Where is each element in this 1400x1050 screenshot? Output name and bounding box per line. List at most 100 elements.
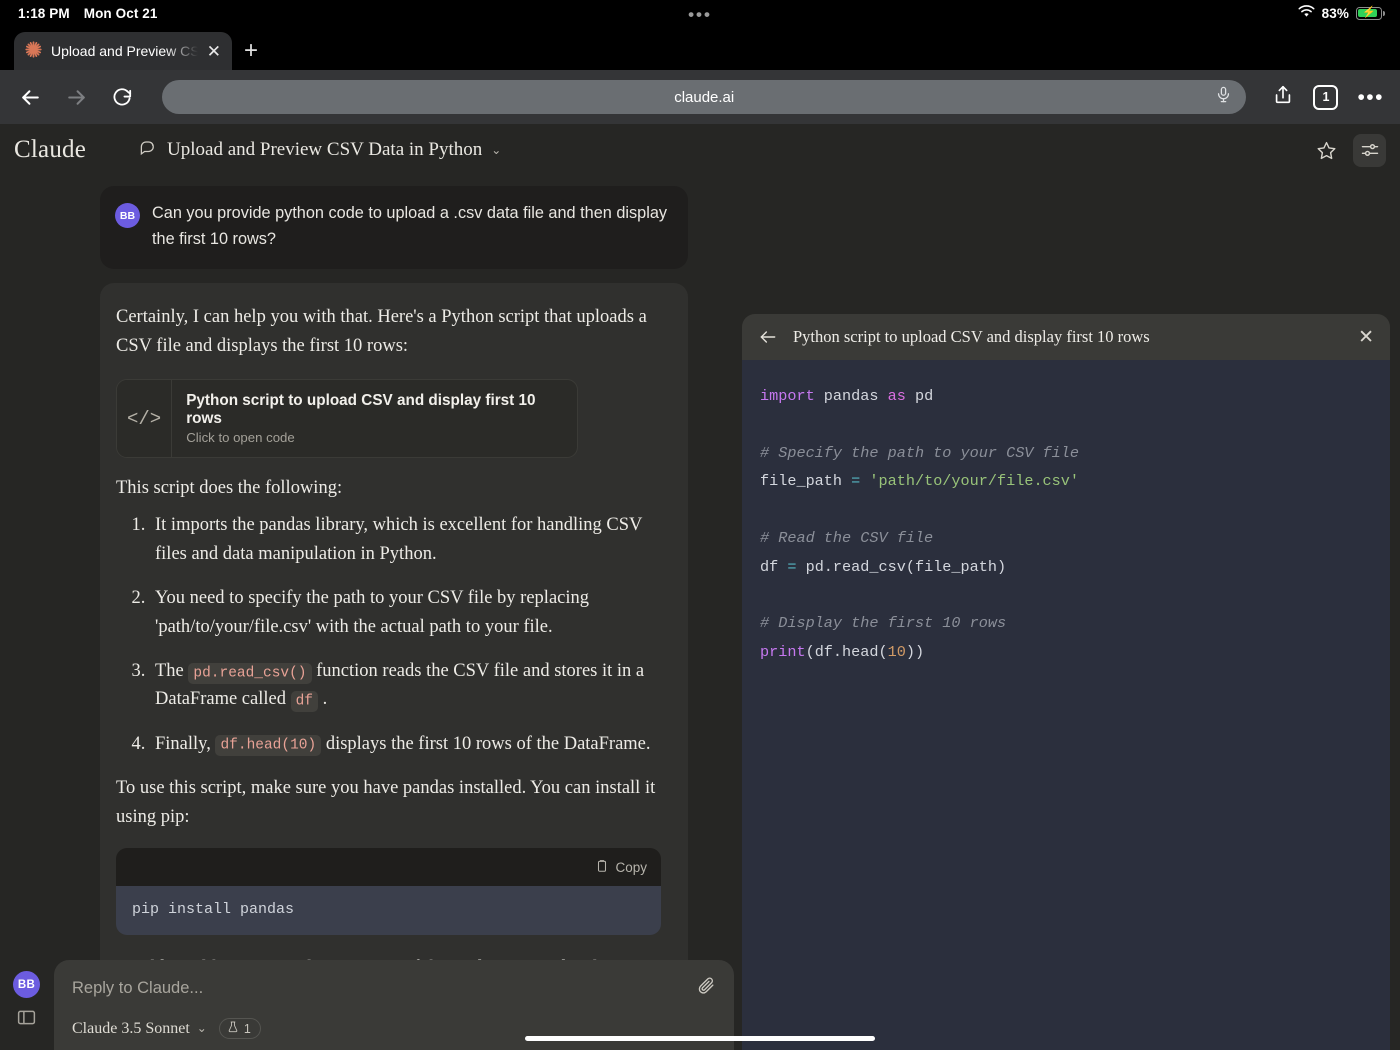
multitask-dots-icon[interactable]: •••	[688, 6, 712, 23]
sliders-icon[interactable]	[1353, 134, 1386, 167]
code-line: # Specify the path to your CSV file	[760, 439, 1372, 467]
code-block-body: pip install pandas	[116, 886, 661, 935]
claude-logo: Claude	[14, 136, 86, 164]
chevron-down-icon: ⌄	[197, 1021, 207, 1036]
list-item: It imports the pandas library, which is …	[150, 511, 668, 568]
list-lead-text: This script does the following:	[116, 478, 668, 499]
forward-button[interactable]	[62, 83, 90, 111]
copy-button[interactable]: Copy	[595, 859, 647, 876]
inline-code: df.head(10)	[215, 735, 321, 756]
code-block-code: pip install pandas	[132, 901, 645, 918]
user-message-text: Can you provide python code to upload a …	[152, 201, 670, 252]
back-button[interactable]	[758, 327, 778, 347]
inline-code: pd.read_csv()	[188, 663, 311, 684]
status-time: 1:18 PM	[18, 6, 70, 21]
close-icon[interactable]: ✕	[207, 43, 221, 60]
sidebar-toggle-icon[interactable]	[16, 1007, 37, 1033]
model-name: Claude 3.5 Sonnet	[72, 1020, 190, 1038]
list-item: You need to specify the path to your CSV…	[150, 584, 668, 641]
code-line	[760, 410, 1372, 438]
list-item: The pd.read_csv() function reads the CSV…	[150, 657, 668, 714]
conversation-title-button[interactable]: Upload and Preview CSV Data in Python ⌄	[139, 138, 501, 163]
model-selector[interactable]: Claude 3.5 Sonnet ⌄	[72, 1020, 207, 1038]
left-rail: BB	[0, 176, 54, 1050]
code-token: # Specify the path to your CSV file	[760, 444, 1079, 462]
code-token: # Display the first 10 rows	[760, 614, 1006, 632]
claude-app: Claude Upload and Preview CSV Data in Py…	[0, 124, 1400, 1050]
chat-scroll-area[interactable]: BB Can you provide python code to upload…	[54, 176, 734, 1050]
code-line	[760, 496, 1372, 524]
code-token: =	[851, 472, 860, 490]
copy-label: Copy	[615, 860, 647, 875]
chat-column: BB Can you provide python code to upload…	[54, 176, 734, 1050]
back-button[interactable]	[16, 83, 44, 111]
artifact-panel-header: Python script to upload CSV and display …	[742, 314, 1390, 360]
code-line: # Read the CSV file	[760, 524, 1372, 552]
conversation-title: Upload and Preview CSV Data in Python	[167, 139, 482, 161]
experiments-badge[interactable]: 1	[219, 1018, 261, 1039]
code-line	[760, 581, 1372, 609]
assistant-message: Certainly, I can help you with that. Her…	[100, 283, 688, 1050]
code-brackets-icon: </>	[117, 380, 172, 457]
artifact-code-view[interactable]: import pandas as pd # Specify the path t…	[742, 360, 1390, 1050]
code-line: # Display the first 10 rows	[760, 609, 1372, 637]
code-token: import	[760, 387, 815, 405]
browser-tab[interactable]: Upload and Preview CSV ✕	[14, 32, 232, 70]
close-icon[interactable]: ✕	[1358, 328, 1374, 347]
code-token: file_path	[760, 472, 851, 490]
code-token: # Read the CSV file	[760, 529, 933, 547]
step-text: displays the first 10 rows of the DataFr…	[321, 734, 650, 754]
url-bar[interactable]: claude.ai	[162, 80, 1246, 114]
code-token: ))	[906, 643, 924, 661]
badge-count: 1	[244, 1022, 251, 1036]
beaker-icon	[227, 1021, 239, 1036]
code-line: print(df.head(10))	[760, 638, 1372, 666]
paperclip-icon[interactable]	[697, 976, 716, 1000]
tab-count-button[interactable]: 1	[1313, 85, 1338, 110]
app-header: Claude Upload and Preview CSV Data in Py…	[0, 124, 1400, 176]
reload-button[interactable]	[108, 83, 136, 111]
more-options-icon[interactable]: •••	[1357, 87, 1384, 108]
code-token: (df.head(	[806, 643, 888, 661]
user-message: BB Can you provide python code to upload…	[100, 186, 688, 269]
tab-title: Upload and Preview CSV	[51, 43, 198, 59]
microphone-icon[interactable]	[1215, 86, 1232, 108]
code-block: Copy pip install pandas	[116, 848, 661, 935]
ipad-screen: 1:18 PM Mon Oct 21 ••• 83% ⚡	[0, 0, 1400, 1050]
chat-bubble-icon	[139, 138, 158, 163]
artifact-panel: Python script to upload CSV and display …	[742, 314, 1390, 1050]
step-text: .	[318, 689, 327, 709]
step-text: Finally,	[155, 734, 215, 754]
battery-percent: 83%	[1322, 6, 1349, 21]
assistant-intro: Certainly, I can help you with that. Her…	[116, 303, 668, 360]
status-date: Mon Oct 21	[84, 6, 158, 21]
code-line: df = pd.read_csv(file_path)	[760, 553, 1372, 581]
new-tab-button[interactable]: +	[244, 39, 258, 63]
browser-tab-strip: Upload and Preview CSV ✕ +	[0, 26, 1400, 70]
code-token: print	[760, 643, 806, 661]
chevron-down-icon: ⌄	[491, 143, 501, 158]
share-icon[interactable]	[1272, 84, 1294, 111]
code-line: import pandas as pd	[760, 382, 1372, 410]
code-token: pandas	[815, 387, 888, 405]
browser-toolbar: claude.ai 1 •••	[0, 70, 1400, 124]
inline-code: df	[291, 691, 318, 712]
reply-input[interactable]: Reply to Claude...	[72, 979, 203, 998]
list-item: Finally, df.head(10) displays the first …	[150, 730, 668, 758]
status-bar: 1:18 PM Mon Oct 21 ••• 83% ⚡	[0, 0, 1400, 26]
artifact-card[interactable]: </> Python script to upload CSV and disp…	[116, 379, 578, 458]
step-text: The	[155, 661, 188, 681]
step-text: It imports the pandas library, which is …	[155, 515, 642, 563]
battery-charging-icon: ⚡	[1356, 7, 1382, 20]
home-indicator	[525, 1036, 875, 1041]
code-token: 'path/to/your/file.csv'	[869, 472, 1079, 490]
artifact-card-title: Python script to upload CSV and display …	[186, 392, 563, 428]
clipboard-icon	[595, 859, 609, 876]
code-token: pd	[906, 387, 933, 405]
avatar[interactable]: BB	[13, 971, 40, 998]
star-icon[interactable]	[1310, 134, 1343, 167]
code-line: file_path = 'path/to/your/file.csv'	[760, 467, 1372, 495]
claude-starburst-icon	[25, 41, 42, 61]
code-token: df	[760, 558, 787, 576]
avatar: BB	[115, 203, 140, 228]
